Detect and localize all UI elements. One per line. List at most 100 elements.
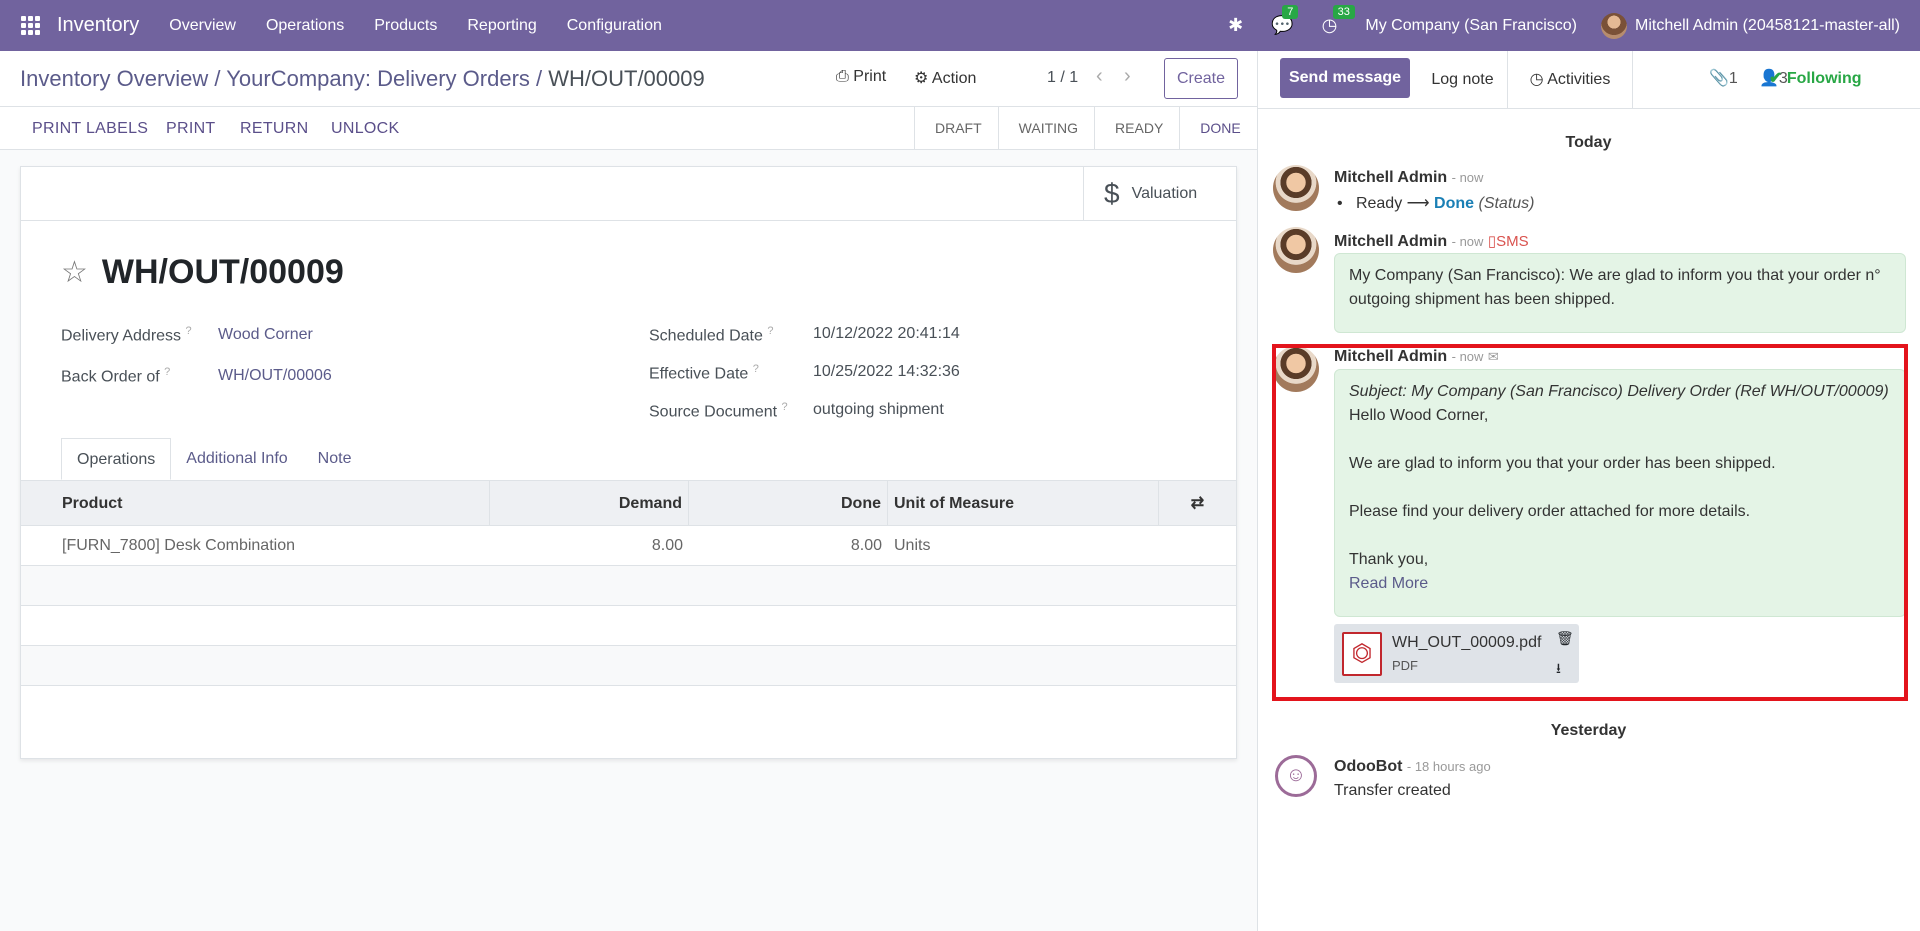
author-avatar[interactable] <box>1273 227 1319 273</box>
date-separator-yesterday: Yesterday <box>1550 722 1627 739</box>
sms-icon: ▯SMS <box>1487 233 1529 250</box>
create-button[interactable]: Create <box>1164 58 1238 99</box>
operations-table: Product Demand Done Unit of Measure ⇄ [F… <box>21 480 1236 686</box>
message-author: Mitchell Admin - now <box>1334 169 1484 186</box>
activities-label: Activities <box>1547 71 1611 88</box>
action-menu-button[interactable]: ⚙ Action <box>914 68 976 88</box>
stage-ready[interactable]: READY <box>1094 107 1179 149</box>
delivery-address-label: Delivery Address ? <box>61 325 192 345</box>
activities-badge: 33 <box>1332 5 1355 19</box>
activities-clock-icon[interactable]: ◷ 33 <box>1322 5 1355 36</box>
message-body: Transfer created <box>1334 782 1451 799</box>
col-uom[interactable]: Unit of Measure <box>888 481 1159 525</box>
col-done[interactable]: Done <box>689 481 888 525</box>
gear-icon: ⚙ <box>914 70 929 87</box>
nav-overview[interactable]: Overview <box>169 17 236 35</box>
user-avatar[interactable] <box>1601 12 1627 39</box>
app-name[interactable]: Inventory <box>57 14 139 37</box>
tab-additional-info[interactable]: Additional Info <box>171 438 302 480</box>
tracking-value: • Ready ⟶ Done (Status) <box>1337 195 1535 212</box>
company-switcher[interactable]: My Company (San Francisco) <box>1365 17 1577 35</box>
messages-icon[interactable]: 💬 7 <box>1271 5 1299 36</box>
column-settings-icon[interactable]: ⇄ <box>1159 481 1236 525</box>
delivery-address-value[interactable]: Wood Corner <box>218 326 313 344</box>
following-button[interactable]: ✔ Following <box>1769 68 1862 88</box>
unlock-button[interactable]: UNLOCK <box>331 120 399 138</box>
nav-operations[interactable]: Operations <box>266 17 344 35</box>
table-row[interactable]: [FURN_7800] Desk Combination 8.00 8.00 U… <box>21 526 1236 566</box>
attachments-button[interactable]: 📎1 <box>1709 68 1738 88</box>
status-bar: PRINT LABELS PRINT RETURN UNLOCK DRAFT W… <box>0 107 1257 150</box>
print-button[interactable]: PRINT <box>166 120 216 138</box>
debug-bug-icon[interactable]: ✱ <box>1228 15 1243 36</box>
table-header: Product Demand Done Unit of Measure ⇄ <box>21 481 1236 526</box>
messages-badge: 7 <box>1282 5 1299 19</box>
chevron-left-icon[interactable]: ‹ <box>1096 65 1103 88</box>
form-sheet: $ Valuation ☆ WH/OUT/00009 Delivery Addr… <box>20 166 1237 759</box>
stage-done[interactable]: DONE <box>1179 107 1256 149</box>
user-menu[interactable]: Mitchell Admin (20458121-master-all) <box>1635 17 1900 35</box>
message-author: Mitchell Admin - now ▯SMS <box>1334 233 1529 250</box>
tab-note[interactable]: Note <box>303 438 367 480</box>
return-button[interactable]: RETURN <box>240 120 308 138</box>
nav-products[interactable]: Products <box>374 17 437 35</box>
print-label: Print <box>853 68 887 85</box>
record-title: WH/OUT/00009 <box>101 253 344 291</box>
sms-message-bubble: My Company (San Francisco): We are glad … <box>1334 253 1906 333</box>
nav-configuration[interactable]: Configuration <box>567 17 662 35</box>
breadcrumb-inventory-overview[interactable]: Inventory Overview <box>20 66 208 91</box>
pager-value[interactable]: 1 / 1 <box>1047 69 1078 87</box>
empty-row <box>21 646 1236 686</box>
notebook-tabs: Operations Additional Info Note <box>61 438 366 480</box>
empty-row <box>21 606 1236 646</box>
nav-reporting[interactable]: Reporting <box>467 17 536 35</box>
valuation-label: Valuation <box>1131 185 1198 202</box>
chevron-right-icon[interactable]: › <box>1124 65 1131 88</box>
scheduled-date-label: Scheduled Date ? <box>649 325 774 345</box>
date-separator-today: Today <box>1565 134 1612 151</box>
following-label: Following <box>1786 70 1862 87</box>
check-icon: ✔ <box>1769 70 1783 87</box>
stage-draft[interactable]: DRAFT <box>914 107 998 149</box>
arrow-right-icon: ⟶ <box>1406 195 1430 212</box>
log-note-button[interactable]: Log note <box>1418 51 1508 108</box>
col-demand[interactable]: Demand <box>490 481 689 525</box>
back-order-label: Back Order of ? <box>61 366 171 386</box>
source-document-label: Source Document ? <box>649 401 788 421</box>
breadcrumb-delivery-orders[interactable]: YourCompany: Delivery Orders <box>226 66 530 91</box>
valuation-button[interactable]: $ Valuation <box>1083 167 1236 221</box>
stage-waiting[interactable]: WAITING <box>997 107 1094 149</box>
scheduled-date-value: 10/12/2022 20:41:14 <box>813 325 960 342</box>
app-menu-icon[interactable] <box>21 15 41 36</box>
empty-row <box>21 566 1236 606</box>
smart-button-box: $ Valuation <box>21 167 1236 221</box>
main-navbar: Inventory Overview Operations Products R… <box>0 0 1920 51</box>
cell-product: [FURN_7800] Desk Combination <box>62 537 295 554</box>
form-view: Inventory Overview / YourCompany: Delive… <box>0 51 1257 931</box>
printer-icon: ⎙ <box>836 68 849 85</box>
cell-demand: 8.00 <box>651 537 683 554</box>
odoobot-avatar[interactable]: ☺ <box>1275 755 1317 797</box>
message-author: OdooBot - 18 hours ago <box>1334 758 1491 775</box>
source-document-value: outgoing shipment <box>813 401 944 418</box>
action-label: Action <box>931 70 977 87</box>
breadcrumb: Inventory Overview / YourCompany: Delive… <box>20 66 705 91</box>
title-row: ☆ WH/OUT/00009 <box>61 253 344 292</box>
back-order-value[interactable]: WH/OUT/00006 <box>218 367 332 385</box>
col-product[interactable]: Product <box>21 481 490 525</box>
breadcrumb-current: WH/OUT/00009 <box>548 66 705 91</box>
author-avatar[interactable] <box>1273 165 1319 211</box>
effective-date-label: Effective Date ? <box>649 363 759 383</box>
attachments-count: 1 <box>1728 70 1738 87</box>
activities-button[interactable]: ◷ Activities <box>1508 51 1633 108</box>
cell-done: 8.00 <box>850 537 882 554</box>
effective-date-value: 10/25/2022 14:32:36 <box>813 363 960 380</box>
star-icon[interactable]: ☆ <box>61 255 88 290</box>
tab-operations[interactable]: Operations <box>61 438 172 480</box>
control-panel: Inventory Overview / YourCompany: Delive… <box>0 51 1257 107</box>
print-labels-button[interactable]: PRINT LABELS <box>32 120 148 138</box>
stage-pipeline: DRAFT WAITING READY DONE <box>914 107 1257 149</box>
send-message-button[interactable]: Send message <box>1280 58 1410 98</box>
cell-uom: Units <box>894 537 931 554</box>
print-menu-button[interactable]: ⎙ Print <box>836 68 886 86</box>
